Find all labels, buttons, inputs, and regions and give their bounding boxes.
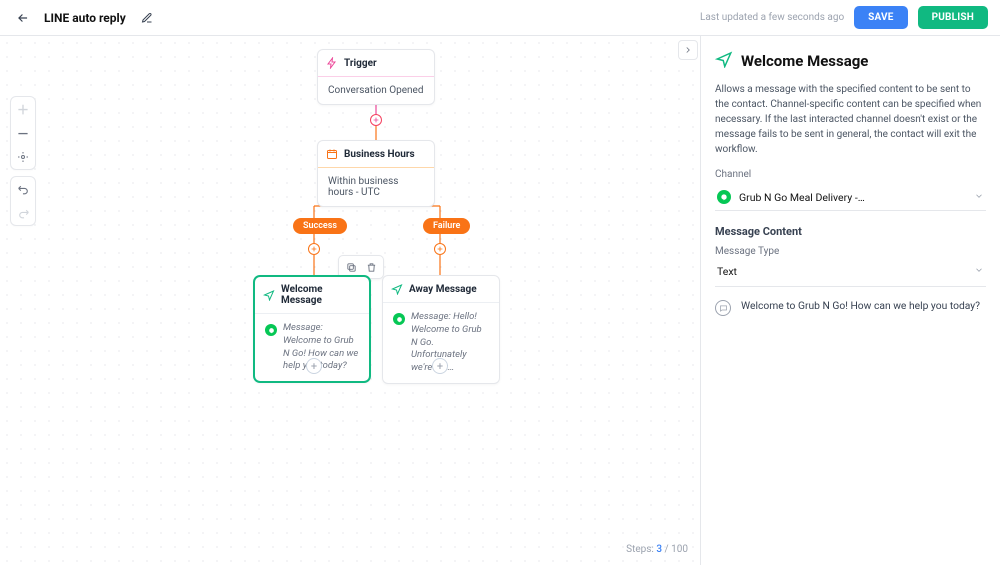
message-type-select[interactable]: Text xyxy=(715,261,986,287)
trigger-icon xyxy=(326,57,338,69)
last-updated-text: Last updated a few seconds ago xyxy=(700,12,844,23)
chevron-down-icon xyxy=(974,265,984,278)
trigger-body: Conversation Opened xyxy=(318,76,434,104)
business-hours-node[interactable]: Business Hours Within business hours - U… xyxy=(317,140,435,207)
send-icon xyxy=(263,289,275,301)
redo-button[interactable] xyxy=(10,201,36,225)
message-type-label: Message Type xyxy=(715,246,986,257)
line-channel-icon xyxy=(717,190,731,204)
channel-label: Channel xyxy=(715,169,986,180)
calendar-icon xyxy=(326,148,338,160)
trigger-title: Trigger xyxy=(344,58,377,69)
away-node-preview: Message: Hello! Welcome to Grub N Go. Un… xyxy=(411,311,489,375)
fit-view-button[interactable] xyxy=(10,145,36,169)
duplicate-node-button[interactable] xyxy=(343,259,359,275)
app-header: LINE auto reply Last updated a few secon… xyxy=(0,0,1000,36)
delete-node-button[interactable] xyxy=(363,259,379,275)
panel-title-text: Welcome Message xyxy=(741,52,868,70)
message-content-label: Message Content xyxy=(715,225,986,238)
edit-title-button[interactable] xyxy=(136,7,158,29)
workflow-title: LINE auto reply xyxy=(44,11,126,25)
line-channel-icon xyxy=(393,313,405,325)
business-hours-body: Within business hours - UTC xyxy=(318,167,434,206)
trigger-node[interactable]: Trigger Conversation Opened xyxy=(317,49,435,105)
away-node-title: Away Message xyxy=(409,284,477,295)
success-chip: Success xyxy=(293,218,347,234)
steps-counter: Steps: 3 / 100 xyxy=(626,544,688,555)
send-icon xyxy=(715,50,733,72)
welcome-node-title: Welcome Message xyxy=(281,284,361,306)
zoom-out-button[interactable]: － xyxy=(10,121,36,145)
back-button[interactable] xyxy=(12,7,34,29)
collapse-panel-button[interactable] xyxy=(678,40,698,60)
channel-select[interactable]: Grub N Go Meal Delivery -… xyxy=(715,184,986,211)
send-icon xyxy=(391,283,403,295)
save-button[interactable]: SAVE xyxy=(854,6,907,29)
message-type-value: Text xyxy=(717,265,737,278)
business-hours-title: Business Hours xyxy=(344,149,415,160)
workflow-canvas[interactable]: ＋ － xyxy=(0,36,700,565)
zoom-toolbar: ＋ － xyxy=(10,96,36,170)
zoom-in-button[interactable]: ＋ xyxy=(10,97,36,121)
add-step-after-trigger[interactable] xyxy=(370,114,382,126)
failure-chip: Failure xyxy=(423,218,470,234)
panel-description: Allows a message with the specified cont… xyxy=(715,82,986,157)
chevron-down-icon xyxy=(974,191,984,204)
message-body-text: Welcome to Grub N Go! How can we help yo… xyxy=(741,299,980,313)
add-step-after-away[interactable]: + xyxy=(432,358,448,374)
properties-panel: Welcome Message Allows a message with th… xyxy=(700,36,1000,565)
add-step-success-branch[interactable] xyxy=(308,243,320,255)
publish-button[interactable]: PUBLISH xyxy=(918,6,988,29)
history-toolbar xyxy=(10,176,36,226)
undo-button[interactable] xyxy=(10,177,36,201)
add-step-failure-branch[interactable] xyxy=(434,243,446,255)
add-step-after-welcome[interactable]: + xyxy=(306,358,322,374)
message-body-row[interactable]: Welcome to Grub N Go! How can we help yo… xyxy=(715,299,986,316)
line-channel-icon xyxy=(265,324,277,336)
channel-value: Grub N Go Meal Delivery -… xyxy=(739,191,865,204)
message-bubble-icon xyxy=(715,300,731,316)
